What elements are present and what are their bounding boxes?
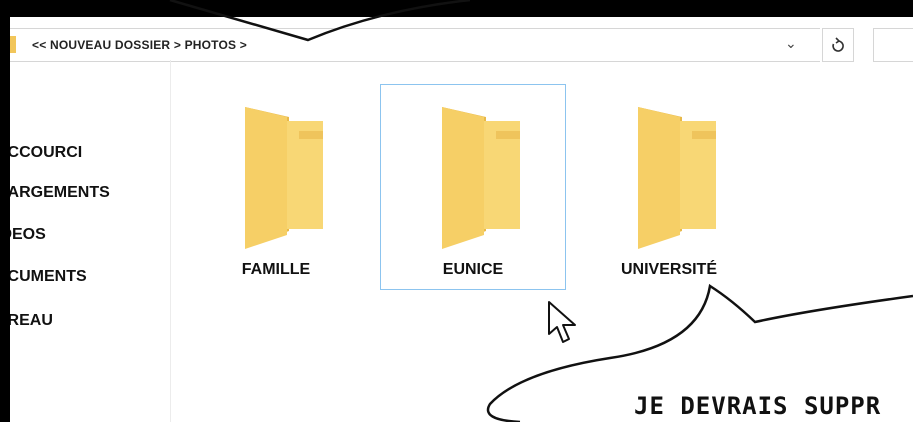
speech-bubble-text: JE DEVRAIS SUPPR — [634, 392, 882, 420]
speech-bubble-outline — [169, 0, 913, 422]
file-explorer-window: << NOUVEAU DOSSIER > PHOTOS > ⌄ ACCOURCI… — [10, 0, 913, 422]
